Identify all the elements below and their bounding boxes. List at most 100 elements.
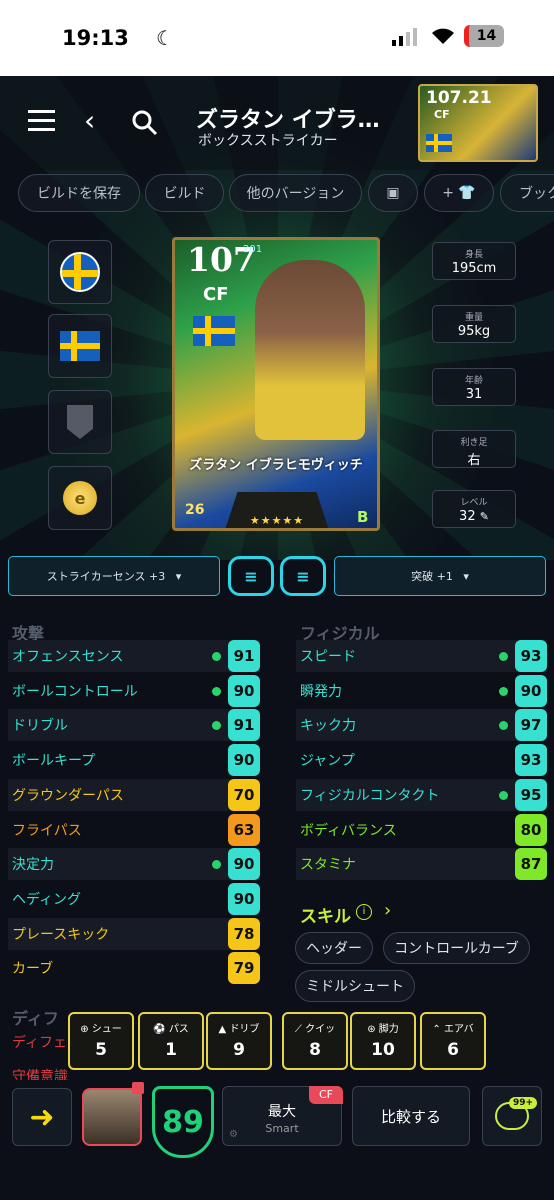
overview-label: 脚力 [378,1024,399,1035]
book-button[interactable]: ブック [500,174,554,212]
stat-name: 瞬発力 [300,683,342,700]
booster-right-select[interactable]: 突破 +1 ▾ [334,556,546,596]
add-kit-button[interactable]: + 👕 [424,174,494,212]
overview-value: 8 [309,1040,321,1060]
overview-card[interactable]: ⟋ クイッ 8 [282,1012,348,1070]
foot-value: 右 [467,453,481,468]
booster-icon-2[interactable]: ≡ [280,556,326,596]
sweden-flag-small [426,134,452,152]
overall-rating: 89 [152,1086,214,1158]
stat-row: 決定力 [8,848,260,881]
coin-badge[interactable]: e [48,466,112,530]
overview-card[interactable]: ⌃ エアバ 6 [420,1012,486,1070]
overview-value: 5 [95,1040,107,1060]
stat-name: オフェンスセンス [12,649,124,665]
card-rank: B [357,508,369,526]
overview-value: 9 [233,1040,245,1060]
stat-row: ボールコントロール [8,675,260,707]
nation-badge[interactable] [48,240,112,304]
arrow-right-icon[interactable]: ➜ [12,1088,72,1146]
stat-name: ドリブル [12,718,68,735]
target-icon: ⊕ [80,1024,89,1035]
booster-icon-1[interactable]: ≡ [228,556,274,596]
sweden-flag-icon [60,331,100,361]
team-badge[interactable] [48,314,112,378]
ball-icon: ⚽ [153,1024,166,1035]
boost-dot-icon [212,652,221,661]
booster-left-select[interactable]: ストライカーセンス +3 ▾ [8,556,220,596]
stat-row: カーブ [8,952,260,984]
overview-label: エアバ [443,1024,474,1035]
stat-name: スピード [300,649,356,665]
overview-label: パス [168,1024,189,1035]
card-number: 26 [185,502,205,518]
stat-name: キック力 [300,718,356,735]
age-value: 31 [465,387,483,402]
player-portrait [255,260,365,440]
chevron-right-icon[interactable]: › [384,900,391,921]
player-card[interactable]: 107 201 CF ズラタン イブラヒモヴィッチ 26 ★★★★★ B [172,237,380,531]
camera-button[interactable]: ▣ [368,174,418,212]
overview-value: 6 [447,1040,459,1060]
stat-name: ボールコントロール [12,683,138,700]
menu-icon[interactable] [28,110,55,131]
stat-name: ボディバランス [300,822,397,839]
skill-pill[interactable]: コントロールカーブ [383,932,530,964]
stat-name: ジャンプ [300,753,355,770]
card-bottom-plate: ★★★★★ [225,492,329,528]
stat-row: スピード [296,640,547,672]
skill-pill[interactable]: ミドルシュート [295,970,415,1002]
moon-icon: ☾ [156,26,174,50]
home-indicator-area [0,1160,554,1200]
chat-button[interactable]: 99+ [482,1086,542,1146]
card-position: CF [203,284,229,305]
max-smart-button[interactable]: 最大 Smart CF ⚙ [222,1086,343,1146]
defense-heading: ディフ [12,1009,59,1028]
stat-row: ヘディング [8,883,260,915]
info-icon[interactable]: i [356,904,372,920]
back-icon[interactable]: ‹ [84,104,95,137]
booster-left-label: ストライカーセンス +3 [46,570,166,583]
header-icon: ⌃ [432,1024,441,1035]
stat-value: 78 [228,917,260,950]
coin-icon: e [63,481,97,515]
stat-value: 63 [228,813,260,846]
skill-pill[interactable]: ヘッダー [295,932,373,964]
stat-value: 97 [515,709,547,742]
stat-row: キック力 [296,709,547,742]
other-versions-button[interactable]: 他のバージョン [229,174,362,212]
stat-row: プレースキック [8,917,260,950]
search-icon[interactable] [132,110,158,136]
stat-value: 93 [515,640,547,672]
stat-row: グラウンダーパス [8,778,260,811]
overview-card[interactable]: ▲ ドリブ 9 [206,1012,272,1070]
overview-card[interactable]: ⊛ 脚力 10 [350,1012,416,1070]
compare-button[interactable]: 比較する [352,1086,470,1146]
stat-value: 79 [228,952,260,985]
level-value: 32 [459,509,476,524]
stat-name: グラウンダーパス [12,787,124,804]
chevron-down-icon: ▾ [463,569,469,583]
player-style: ボックスストライカー [198,133,338,149]
manager-avatar[interactable] [82,1082,144,1146]
boost-dot-icon [212,686,221,696]
stat-value: 95 [515,778,547,811]
stat-value: 87 [515,848,547,881]
stat-name: プレースキック [12,926,110,943]
stat-value: 90 [515,674,547,707]
overview-card[interactable]: ⊕ シュー 5 [68,1012,134,1070]
level-box[interactable]: レベル 32 ✎ [432,490,516,528]
league-badge[interactable] [48,390,112,454]
overview-label: クイッ [305,1024,336,1035]
height-value: 195cm [451,261,497,276]
overview-value: 1 [165,1040,177,1060]
overview-card[interactable]: ⚽ パス 1 [138,1012,204,1070]
card-player-name: ズラタン イブラヒモヴィッチ [189,458,363,473]
save-build-button[interactable]: ビルドを保存 [18,174,140,212]
card-sweden-flag [193,316,235,346]
stat-name: カーブ [12,961,54,978]
player-thumbnail[interactable]: 107.21 CF [418,84,538,162]
dribble-icon: ▲ [218,1024,227,1035]
skills-heading: スキル [300,907,351,927]
build-button[interactable]: ビルド [145,174,224,212]
